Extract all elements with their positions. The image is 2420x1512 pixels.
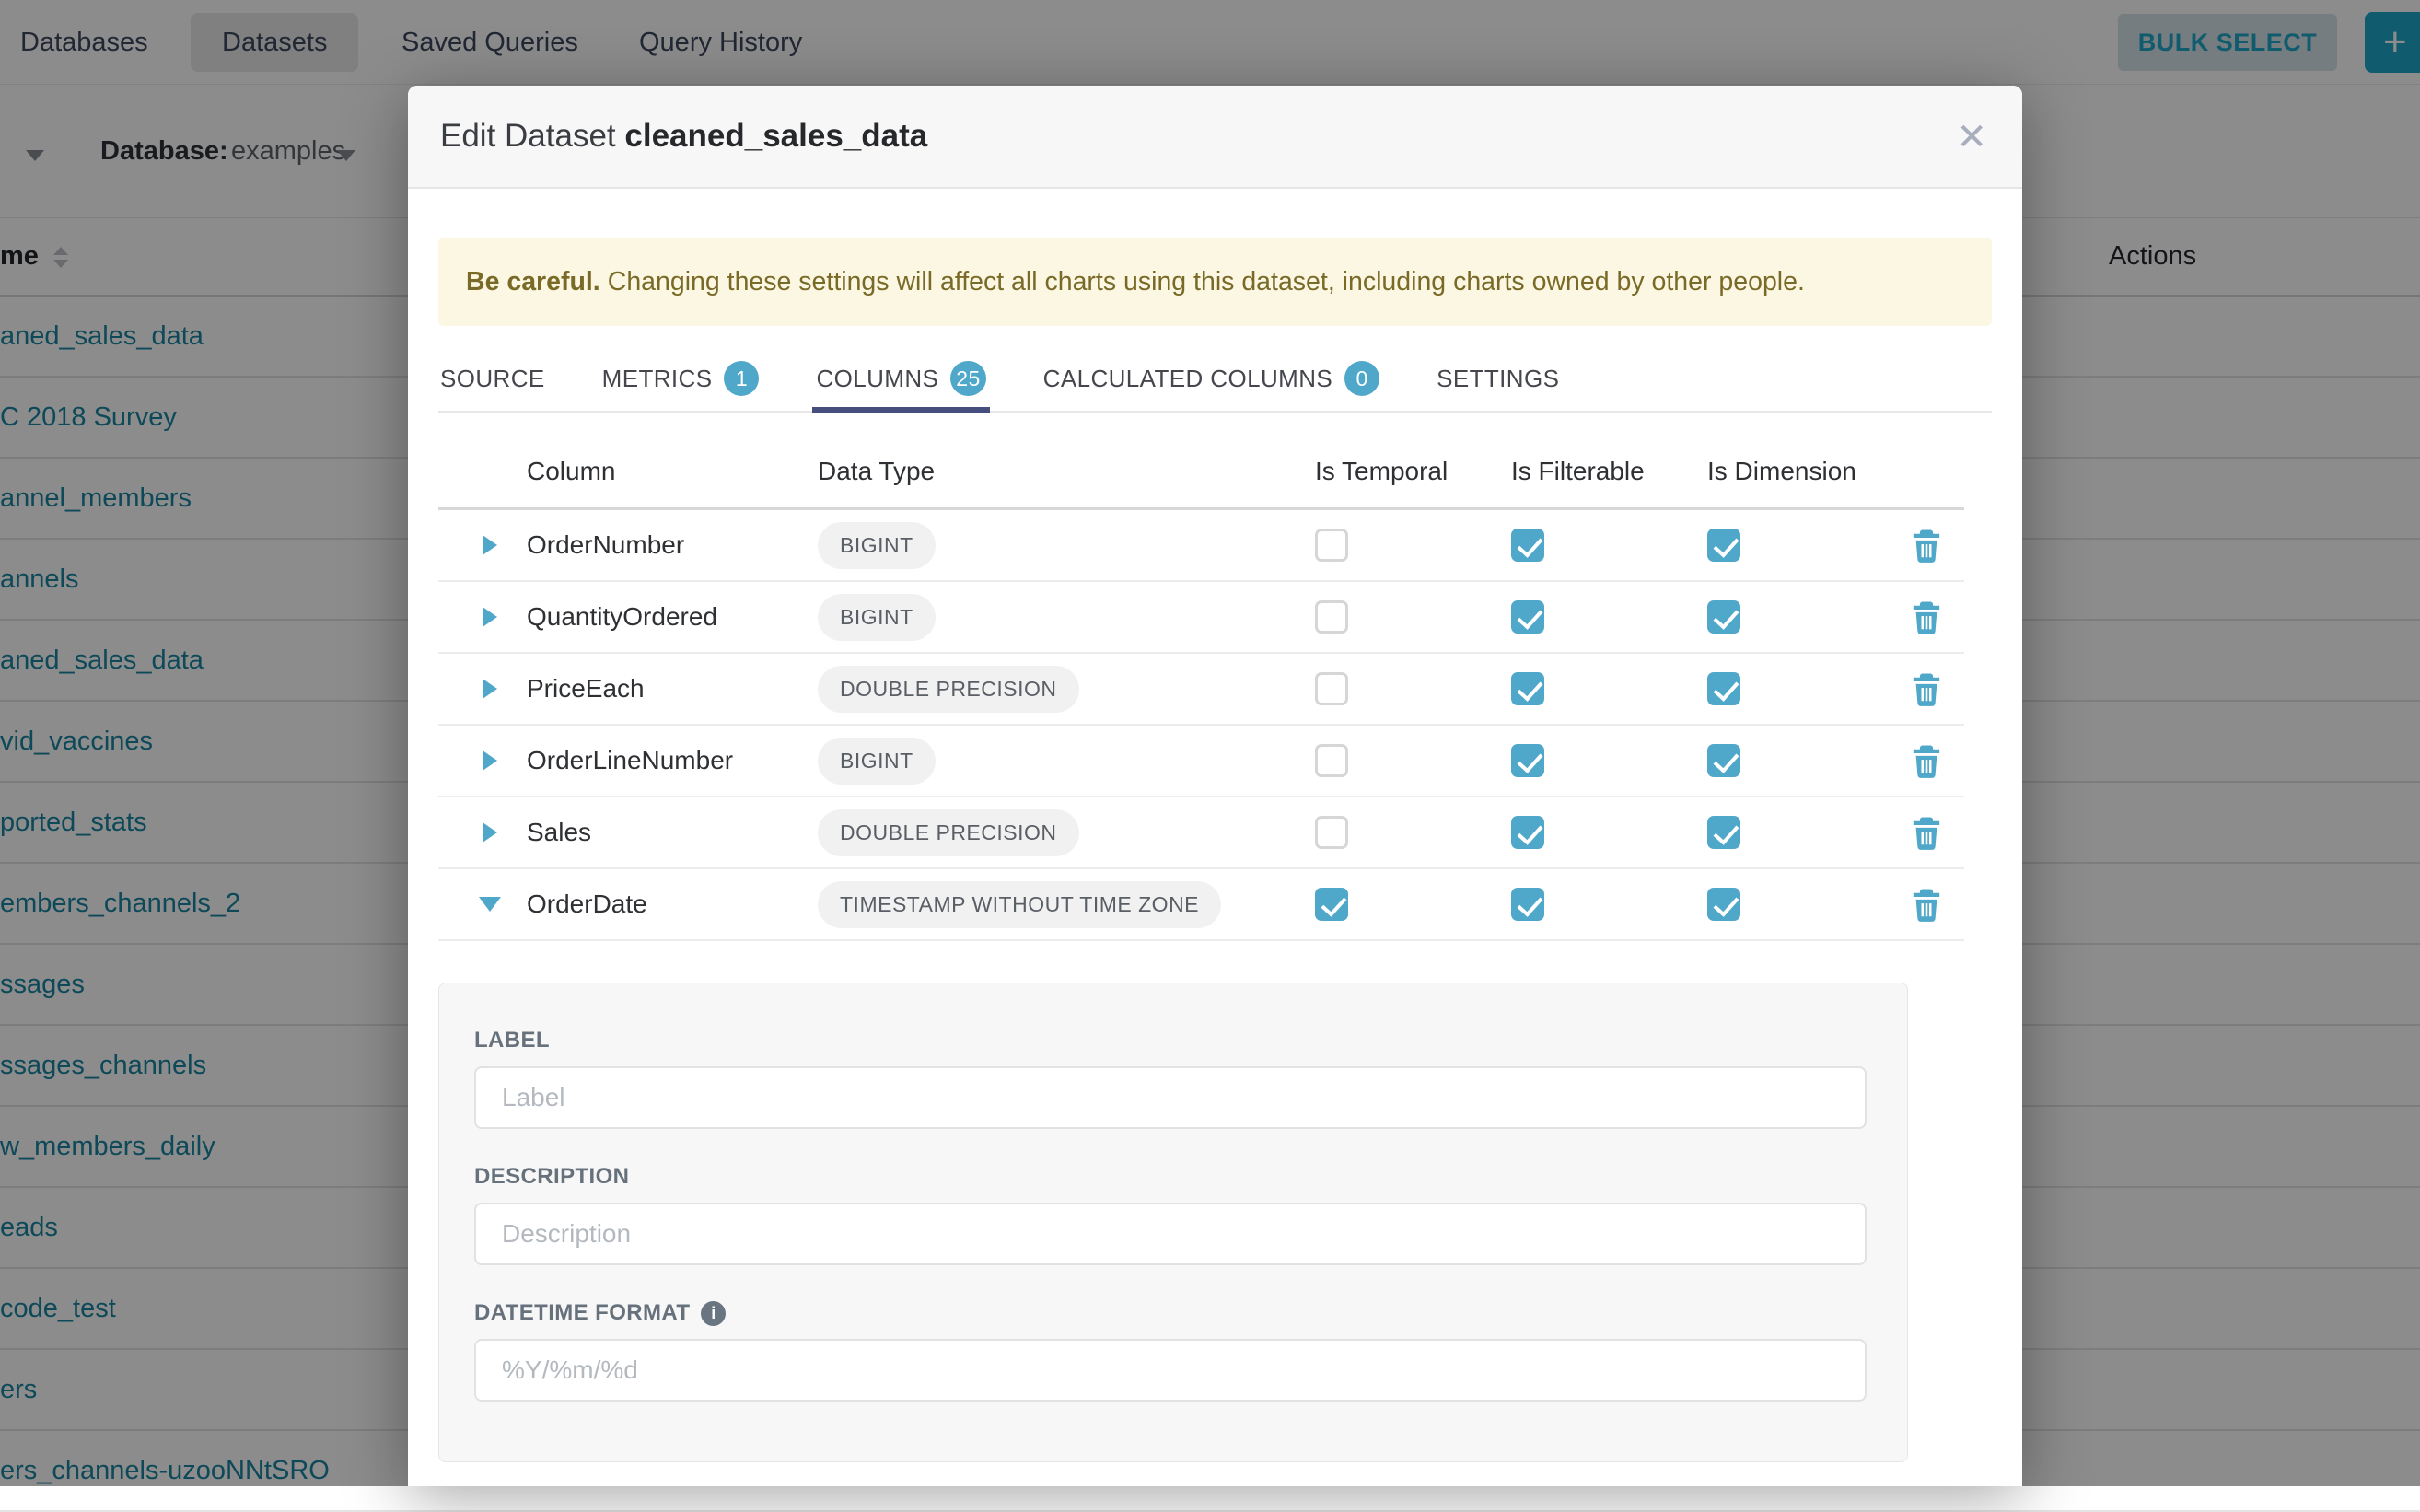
datetime-format-field-label: DATETIME FORMAT i xyxy=(474,1300,1865,1326)
is-filterable-checkbox[interactable] xyxy=(1511,600,1544,634)
is-filterable-checkbox[interactable] xyxy=(1511,744,1544,777)
is-temporal-checkbox[interactable] xyxy=(1315,600,1348,634)
modal-title: Edit Dataset cleaned_sales_data xyxy=(440,118,927,155)
delete-column-icon[interactable] xyxy=(1911,816,1942,850)
warning-banner: Be careful. Changing these settings will… xyxy=(438,238,1992,326)
data-type-pill: BIGINT xyxy=(818,522,936,569)
is-dimension-checkbox[interactable] xyxy=(1707,529,1740,562)
is-filterable-checkbox[interactable] xyxy=(1511,816,1544,849)
column-name: OrderLineNumber xyxy=(527,746,818,775)
tab-count-badge: 1 xyxy=(724,361,759,396)
header-data-type: Data Type xyxy=(818,457,1315,486)
warning-text: Changing these settings will affect all … xyxy=(608,267,1805,297)
data-type-pill: TIMESTAMP WITHOUT TIME ZONE xyxy=(818,881,1221,928)
data-type-pill: DOUBLE PRECISION xyxy=(818,809,1079,856)
delete-column-icon[interactable] xyxy=(1911,672,1942,706)
field-label-text: DESCRIPTION xyxy=(474,1164,629,1190)
expand-caret-icon[interactable] xyxy=(479,897,501,912)
column-name: PriceEach xyxy=(527,674,818,704)
tab-calculated-columns[interactable]: CALCULATED COLUMNS 0 xyxy=(1043,345,1379,412)
delete-column-icon[interactable] xyxy=(1911,600,1942,634)
is-filterable-checkbox[interactable] xyxy=(1511,672,1544,705)
description-input[interactable] xyxy=(474,1203,1867,1265)
is-filterable-checkbox[interactable] xyxy=(1511,529,1544,562)
data-type-pill: BIGINT xyxy=(818,594,936,641)
tab-count-badge: 0 xyxy=(1344,361,1379,396)
is-filterable-checkbox[interactable] xyxy=(1511,888,1544,921)
column-detail-panel: LABEL DESCRIPTION DATETIME FORMAT i xyxy=(438,983,1908,1462)
is-dimension-checkbox[interactable] xyxy=(1707,744,1740,777)
expand-caret-icon[interactable] xyxy=(483,679,497,699)
header-is-filterable: Is Filterable xyxy=(1511,457,1707,486)
column-name: OrderNumber xyxy=(527,530,818,560)
modal-body: Be careful. Changing these settings will… xyxy=(408,238,2022,1462)
tab-metrics[interactable]: METRICS 1 xyxy=(602,345,760,412)
data-type-pill: DOUBLE PRECISION xyxy=(818,666,1079,713)
column-row: OrderLineNumber BIGINT xyxy=(438,726,1964,797)
close-icon[interactable]: ✕ xyxy=(1956,86,1987,189)
columns-table: Column Data Type Is Temporal Is Filterab… xyxy=(438,413,1964,941)
description-field-group: DESCRIPTION xyxy=(474,1164,1865,1265)
data-type-pill: BIGINT xyxy=(818,738,936,785)
is-temporal-checkbox[interactable] xyxy=(1315,888,1348,921)
tab-count-badge: 25 xyxy=(950,361,985,396)
is-temporal-checkbox[interactable] xyxy=(1315,672,1348,705)
tab-label: SETTINGS xyxy=(1437,365,1559,393)
header-is-dimension: Is Dimension xyxy=(1707,457,1898,486)
warning-bold-text: Be careful. xyxy=(466,267,600,297)
label-field-group: LABEL xyxy=(474,1028,1865,1129)
expand-caret-icon[interactable] xyxy=(483,607,497,627)
modal-title-prefix: Edit Dataset xyxy=(440,118,616,154)
columns-table-header: Column Data Type Is Temporal Is Filterab… xyxy=(438,413,1964,510)
tab-source[interactable]: SOURCE xyxy=(440,345,545,412)
modal-tabs: SOURCE METRICS 1 COLUMNS 25 CALCULATED C… xyxy=(438,346,1992,413)
info-icon[interactable]: i xyxy=(701,1301,726,1326)
header-is-temporal: Is Temporal xyxy=(1315,457,1511,486)
is-dimension-checkbox[interactable] xyxy=(1707,672,1740,705)
header-column: Column xyxy=(527,457,818,486)
tab-settings[interactable]: SETTINGS xyxy=(1437,345,1559,412)
is-dimension-checkbox[interactable] xyxy=(1707,816,1740,849)
column-row: QuantityOrdered BIGINT xyxy=(438,582,1964,654)
tab-label: SOURCE xyxy=(440,365,545,393)
tab-columns[interactable]: COLUMNS 25 xyxy=(816,345,985,412)
expand-caret-icon[interactable] xyxy=(483,750,497,771)
field-label-text: DATETIME FORMAT xyxy=(474,1300,690,1326)
column-name: QuantityOrdered xyxy=(527,602,818,632)
is-dimension-checkbox[interactable] xyxy=(1707,600,1740,634)
edit-dataset-modal: Edit Dataset cleaned_sales_data ✕ Be car… xyxy=(408,86,2022,1486)
modal-title-dataset-name: cleaned_sales_data xyxy=(624,118,927,154)
column-row: Sales DOUBLE PRECISION xyxy=(438,797,1964,869)
column-name: Sales xyxy=(527,818,818,847)
tab-label: COLUMNS xyxy=(816,365,938,393)
tab-label: CALCULATED COLUMNS xyxy=(1043,365,1332,393)
label-field-label: LABEL xyxy=(474,1028,1865,1053)
field-label-text: LABEL xyxy=(474,1028,550,1053)
is-temporal-checkbox[interactable] xyxy=(1315,816,1348,849)
description-field-label: DESCRIPTION xyxy=(474,1164,1865,1190)
is-temporal-checkbox[interactable] xyxy=(1315,529,1348,562)
datetime-format-input[interactable] xyxy=(474,1339,1867,1402)
delete-column-icon[interactable] xyxy=(1911,744,1942,778)
modal-header: Edit Dataset cleaned_sales_data ✕ xyxy=(408,86,2022,189)
column-row: OrderDate TIMESTAMP WITHOUT TIME ZONE xyxy=(438,869,1964,941)
column-row: OrderNumber BIGINT xyxy=(438,510,1964,582)
delete-column-icon[interactable] xyxy=(1911,888,1942,922)
column-name: OrderDate xyxy=(527,890,818,919)
is-temporal-checkbox[interactable] xyxy=(1315,744,1348,777)
column-row: PriceEach DOUBLE PRECISION xyxy=(438,654,1964,726)
label-input[interactable] xyxy=(474,1066,1867,1129)
delete-column-icon[interactable] xyxy=(1911,529,1942,563)
expand-caret-icon[interactable] xyxy=(483,822,497,843)
tab-label: METRICS xyxy=(602,365,713,393)
expand-caret-icon[interactable] xyxy=(483,535,497,555)
is-dimension-checkbox[interactable] xyxy=(1707,888,1740,921)
datetime-format-field-group: DATETIME FORMAT i xyxy=(474,1300,1865,1402)
